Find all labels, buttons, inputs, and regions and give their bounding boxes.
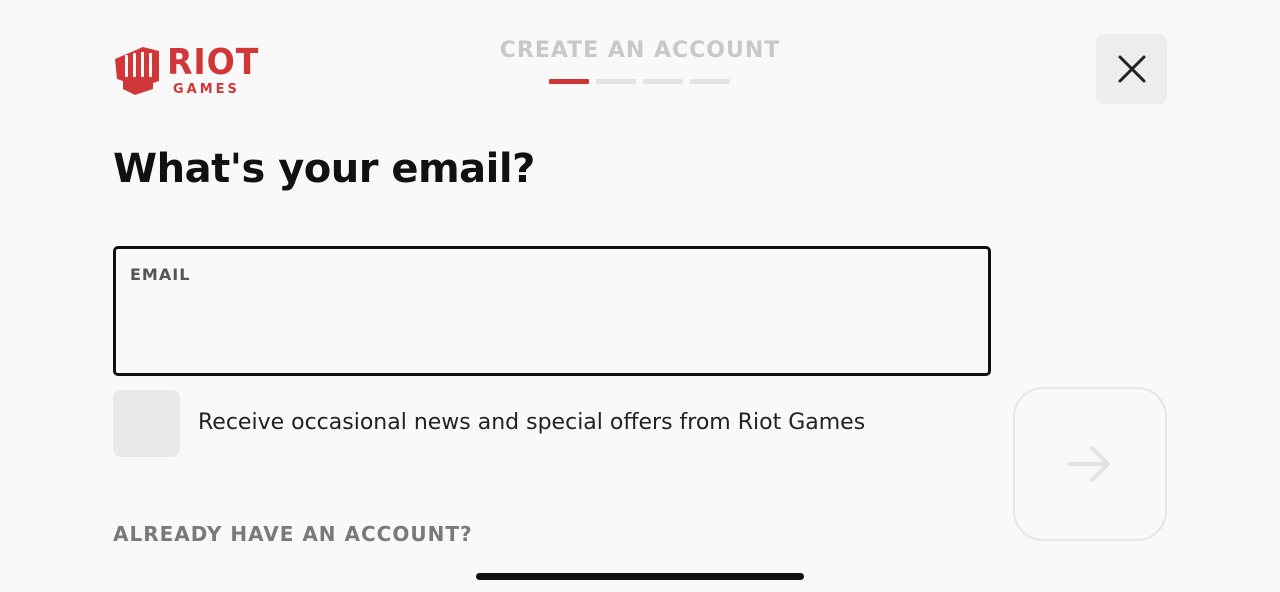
next-button[interactable] xyxy=(1013,387,1167,541)
step-title: CREATE AN ACCOUNT xyxy=(499,38,781,63)
signin-link[interactable]: ALREADY HAVE AN ACCOUNT? xyxy=(113,522,473,546)
home-indicator xyxy=(476,573,804,580)
close-icon xyxy=(1118,55,1145,83)
arrow-right-icon xyxy=(1068,446,1110,482)
progress-step-2 xyxy=(596,79,636,84)
progress-step-1 xyxy=(549,79,589,84)
logo-text-games: GAMES xyxy=(173,81,240,97)
progress-step-4 xyxy=(690,79,730,84)
newsletter-checkbox[interactable] xyxy=(113,390,180,457)
email-input[interactable] xyxy=(130,297,970,357)
riot-fist-icon xyxy=(115,47,159,95)
newsletter-label: Receive occasional news and special offe… xyxy=(198,410,866,435)
email-label: EMAIL xyxy=(130,265,191,284)
page-title: What's your email? xyxy=(113,146,535,192)
progress-indicator xyxy=(549,79,730,84)
logo-text-riot: RIOT xyxy=(167,41,260,83)
close-button[interactable] xyxy=(1096,34,1167,104)
riot-games-logo: RIOT GAMES xyxy=(113,44,269,96)
email-field[interactable]: EMAIL xyxy=(113,246,991,376)
progress-step-3 xyxy=(643,79,683,84)
